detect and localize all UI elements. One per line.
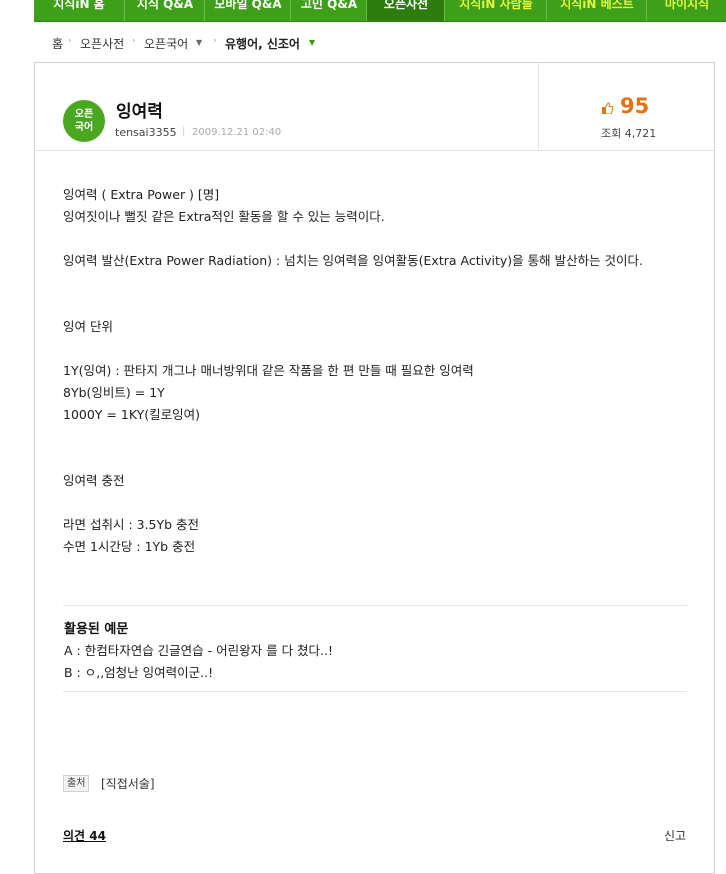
breadcrumb-open-korean[interactable]: 오픈국어: [144, 35, 188, 52]
example-line-a: A : 한컴타자연습 긴글연습 - 어린왕자 를 다 쳤다..!: [64, 643, 334, 658]
breadcrumb-open-dictionary[interactable]: 오픈사전: [80, 35, 124, 52]
tab-jisik-qna[interactable]: 지식 Q&A: [124, 0, 205, 21]
tab-jisik-best[interactable]: 지식iN 베스트: [546, 0, 647, 21]
breadcrumb-current-category[interactable]: 유행어, 신조어: [225, 35, 300, 52]
body-line: 라면 섭취시 : 3.5Yb 충전: [63, 517, 200, 532]
tab-jisik-home[interactable]: 지식iN 홈: [34, 0, 124, 21]
entry-title: 잉여력: [116, 102, 163, 122]
tab-my-jisik[interactable]: 마이지식: [646, 0, 726, 21]
examples-title: 활용된 예문: [64, 622, 129, 637]
tab-jisik-people[interactable]: 지식iN 사람들: [444, 0, 547, 21]
tab-mobile-qna[interactable]: 모바일 Q&A: [204, 0, 291, 21]
category-badge-icon: 오픈 국어: [63, 100, 105, 142]
header-divider: [538, 63, 539, 150]
badge-line-1: 오픈: [74, 109, 94, 120]
thumbs-up-icon[interactable]: [602, 102, 614, 115]
breadcrumb-separator-icon: ›: [213, 36, 217, 46]
body-line: 수면 1시간당 : 1Yb 충전: [63, 539, 196, 554]
source-tag: 출처: [63, 775, 90, 792]
entry-header: 오픈 국어 잉여력 tensai3355 | 2009.12.21 02:40 …: [35, 63, 714, 151]
source-text: [직접서술]: [101, 777, 155, 791]
breadcrumb-separator-icon: ›: [68, 36, 72, 46]
recommend-count: 95: [620, 94, 650, 118]
examples-bottom-divider: [63, 691, 687, 692]
entry-card: 오픈 국어 잉여력 tensai3355 | 2009.12.21 02:40 …: [34, 62, 715, 874]
body-line: 잉여 단위: [63, 319, 113, 334]
body-line: 잉여력 발산(Extra Power Radiation) : 넘치는 잉여력을…: [63, 253, 644, 268]
opinions-link[interactable]: 의견 44: [63, 827, 106, 844]
tab-open-dictionary[interactable]: 오픈사전: [366, 0, 445, 21]
chevron-down-icon[interactable]: ▼: [196, 38, 202, 47]
example-line-b: B : ㅇ,,엄청난 잉여력이군..!: [64, 665, 214, 680]
top-navigation: 지식iN 홈 지식 Q&A 모바일 Q&A 고민 Q&A 오픈사전 지식iN 사…: [34, 0, 726, 22]
body-line: 1Y(잉여) : 판타지 개그나 매너방위대 같은 작품을 한 편 만들 때 필…: [63, 363, 474, 378]
body-line: 잉여짓이나 뻘짓 같은 Extra적인 활동을 할 수 있는 능력이다.: [63, 209, 385, 224]
body-line: 잉여력 충전: [63, 473, 125, 488]
views-label: 조회: [601, 127, 622, 140]
breadcrumb-home[interactable]: 홈: [52, 35, 63, 52]
meta-divider: |: [182, 126, 186, 137]
tab-worry-qna[interactable]: 고민 Q&A: [290, 0, 367, 21]
breadcrumb-separator-icon: ›: [132, 36, 136, 46]
views-number: 4,721: [624, 127, 657, 140]
body-line: 8Yb(잉비트) = 1Y: [63, 385, 165, 400]
chevron-down-icon[interactable]: ▼: [309, 38, 315, 47]
entry-date: 2009.12.21 02:40: [192, 127, 282, 138]
author-link[interactable]: tensai3355: [115, 126, 177, 139]
body-line: 잉여력 ( Extra Power ) [명]: [63, 187, 220, 202]
examples-top-divider: [63, 605, 687, 606]
view-count: 조회 4,721: [601, 125, 656, 141]
report-button[interactable]: 신고: [664, 827, 686, 844]
body-line: 1000Y = 1KY(킬로잉여): [63, 407, 200, 422]
badge-line-2: 국어: [74, 122, 94, 133]
